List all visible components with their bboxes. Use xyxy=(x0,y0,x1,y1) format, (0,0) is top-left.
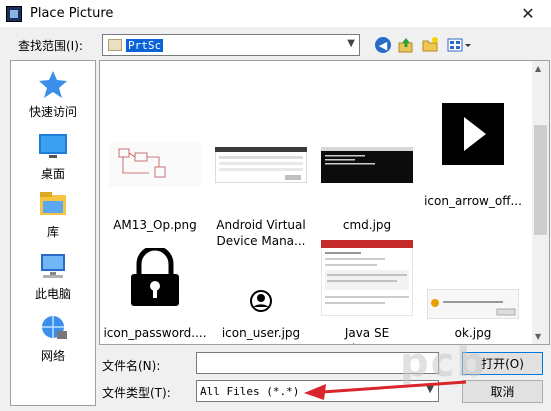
watermark: pcb xyxy=(400,340,487,386)
file-item[interactable]: Android Virtual Device Mana... xyxy=(209,119,313,249)
new-folder-icon xyxy=(422,37,438,52)
lookin-value: PrtSc xyxy=(126,38,164,52)
window-title: Place Picture xyxy=(30,6,114,21)
folder-icon xyxy=(108,39,122,51)
place-quick-access[interactable]: 快速访问 xyxy=(11,69,95,120)
file-item[interactable]: ok.jpg xyxy=(421,237,525,341)
file-thumbnail xyxy=(215,237,307,319)
file-name: icon_password.... xyxy=(103,326,207,340)
place-network[interactable]: 网络 xyxy=(11,313,95,364)
place-desktop[interactable]: 桌面 xyxy=(11,131,95,182)
view-menu-icon xyxy=(447,38,471,52)
place-library[interactable]: 库 xyxy=(11,189,95,240)
file-name: icon_arrow_off... xyxy=(424,194,522,208)
chevron-down-icon[interactable]: ▼ xyxy=(347,38,355,49)
file-thumbnail xyxy=(109,237,201,319)
file-name: cmd.jpg xyxy=(342,218,392,232)
computer-icon xyxy=(41,254,65,278)
view-menu-button[interactable] xyxy=(446,36,472,54)
place-label: 库 xyxy=(46,225,59,239)
scroll-down-icon[interactable]: ▼ xyxy=(535,332,541,341)
title-bar: Place Picture ✕ xyxy=(0,0,551,27)
place-label: 网络 xyxy=(40,349,65,363)
scroll-thumb[interactable] xyxy=(534,125,547,235)
filename-label: 文件名(N): xyxy=(102,359,161,373)
file-item[interactable]: Java SE Development... xyxy=(315,237,419,344)
up-folder-button[interactable] xyxy=(397,36,415,54)
file-name: ok.jpg xyxy=(454,326,492,340)
file-thumbnail xyxy=(109,119,201,211)
file-item[interactable]: cmd.jpg xyxy=(315,119,419,233)
file-thumbnail xyxy=(215,119,307,211)
file-item[interactable]: icon_password.... xyxy=(103,237,207,341)
file-name: icon_user.jpg xyxy=(221,326,301,340)
place-label: 快速访问 xyxy=(28,105,77,119)
file-item[interactable]: icon_user.jpg xyxy=(209,237,313,341)
new-folder-button[interactable] xyxy=(421,36,439,54)
file-list[interactable]: AM13_Op.png Android Virtual Device Mana.… xyxy=(99,60,550,345)
vertical-scrollbar[interactable]: ▲ ▼ xyxy=(532,61,549,344)
back-button[interactable]: ◀ xyxy=(374,36,392,54)
place-this-pc[interactable]: 此电脑 xyxy=(11,251,95,302)
place-label: 桌面 xyxy=(40,167,65,181)
close-button[interactable]: ✕ xyxy=(505,0,551,27)
star-icon xyxy=(39,71,67,98)
file-item[interactable]: icon_arrow_off... xyxy=(421,95,525,209)
app-icon xyxy=(6,5,22,22)
filetype-label: 文件类型(T): xyxy=(102,386,171,400)
file-name: AM13_Op.png xyxy=(113,218,197,232)
up-folder-icon xyxy=(398,38,413,53)
lookin-label: 查找范围(I): xyxy=(18,39,83,53)
network-icon xyxy=(42,316,67,339)
place-label: 此电脑 xyxy=(34,287,71,301)
file-item[interactable]: AM13_Op.png xyxy=(103,119,207,233)
file-thumbnail xyxy=(321,237,413,319)
desktop-icon xyxy=(39,134,67,158)
file-thumbnail xyxy=(427,237,519,319)
library-icon xyxy=(40,192,66,215)
file-thumbnail xyxy=(321,119,413,211)
filetype-value: All Files (*.*) xyxy=(200,384,300,398)
scroll-up-icon[interactable]: ▲ xyxy=(535,64,541,73)
places-bar: 快速访问 桌面 库 此电脑 网络 xyxy=(10,60,96,406)
lookin-dropdown[interactable]: PrtSc ▼ xyxy=(102,34,360,56)
back-arrow-icon: ◀ xyxy=(375,37,391,53)
